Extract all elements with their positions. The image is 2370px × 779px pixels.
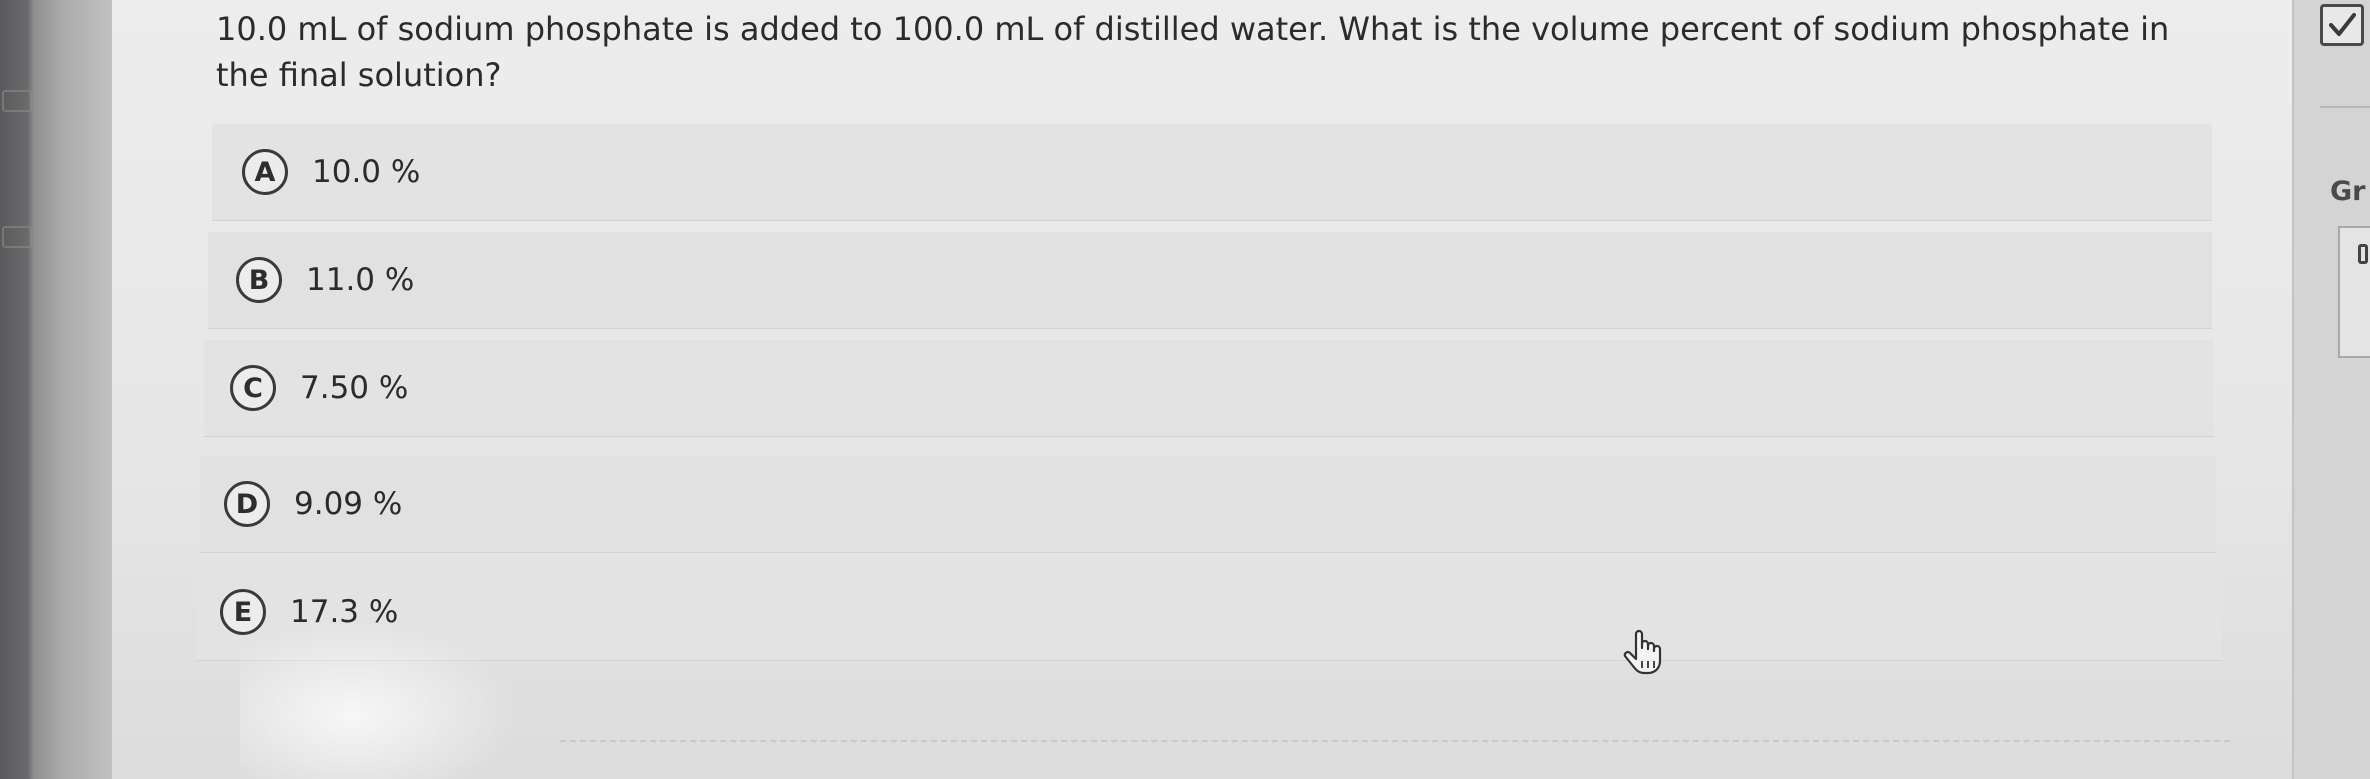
answer-option-a[interactable]: A 10.0 % xyxy=(212,124,2212,221)
option-letter-d: D xyxy=(224,481,270,527)
option-text-a: 10.0 % xyxy=(312,154,421,190)
question-text: 10.0 mL of sodium phosphate is added to … xyxy=(216,10,2170,94)
hand-pointer-icon xyxy=(1622,628,1664,676)
left-gutter xyxy=(0,0,112,779)
answer-option-b[interactable]: B 11.0 % xyxy=(208,232,2212,329)
option-text-e: 17.3 % xyxy=(290,594,399,630)
checkmark-icon[interactable] xyxy=(2320,4,2364,46)
option-letter-c: C xyxy=(230,365,276,411)
card-icon xyxy=(2358,244,2368,264)
gutter-icon xyxy=(2,226,32,248)
option-letter-e: E xyxy=(220,589,266,635)
answer-option-e[interactable]: E 17.3 % xyxy=(196,564,2222,661)
right-panel-label: Gr xyxy=(2330,176,2366,207)
option-letter-a: A xyxy=(242,149,288,195)
right-divider xyxy=(2320,106,2370,108)
right-panel xyxy=(2292,0,2370,779)
answer-option-c[interactable]: C 7.50 % xyxy=(204,340,2214,437)
gutter-icon xyxy=(2,90,32,112)
option-text-c: 7.50 % xyxy=(300,370,409,406)
option-text-d: 9.09 % xyxy=(294,486,403,522)
divider xyxy=(560,740,2230,742)
option-text-b: 11.0 % xyxy=(306,262,415,298)
option-letter-b: B xyxy=(236,257,282,303)
answer-option-d[interactable]: D 9.09 % xyxy=(200,456,2216,553)
